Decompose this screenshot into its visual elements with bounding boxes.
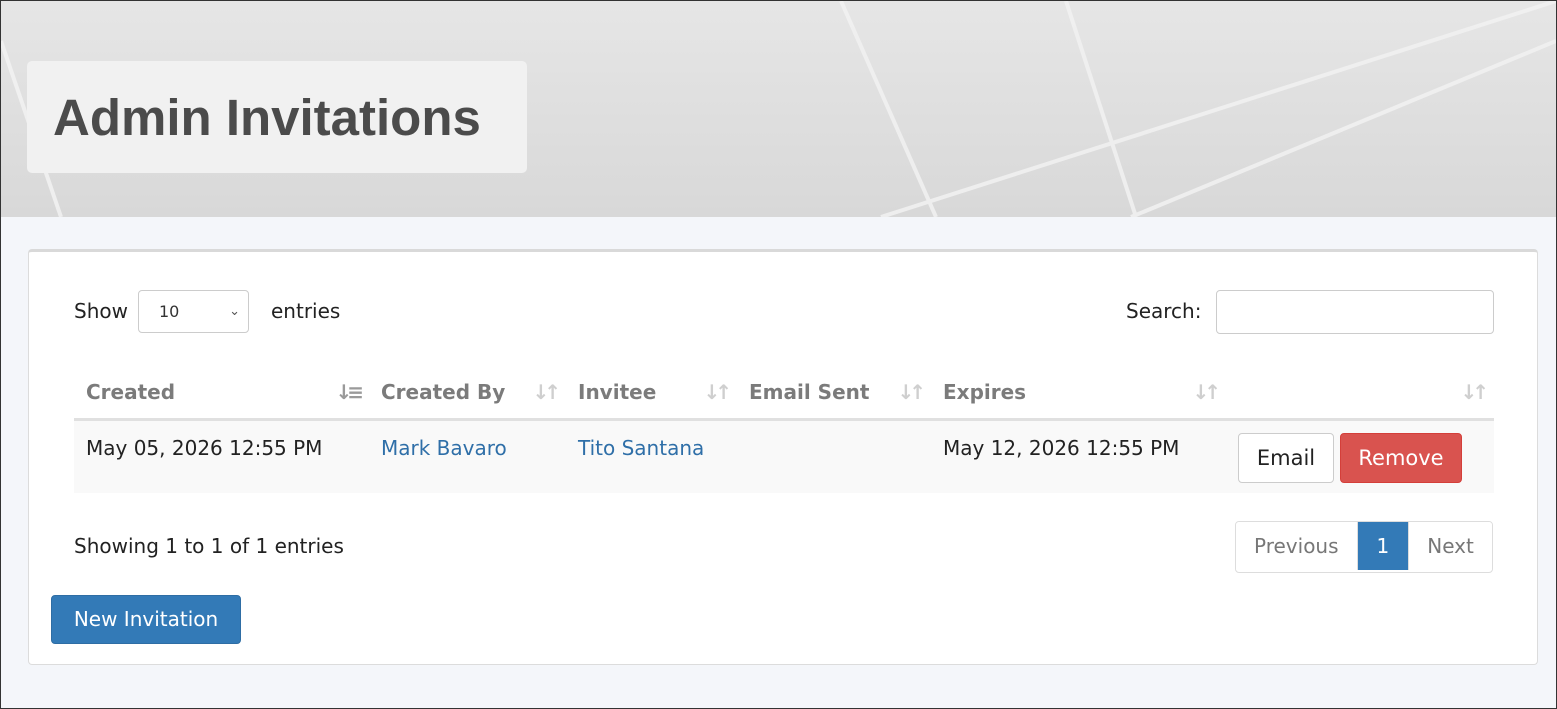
cell-invitee: Tito Santana: [566, 419, 737, 493]
remove-button[interactable]: Remove: [1340, 433, 1462, 483]
search-label: Search:: [1126, 299, 1202, 323]
column-header-email-sent[interactable]: Email Sent ↓↑: [737, 367, 931, 421]
sort-both-icon: ↓↑: [1460, 380, 1488, 404]
invitee-link[interactable]: Tito Santana: [578, 436, 704, 460]
invitations-panel: Show 10 ⌄ entries Search: Created ↓≡ Cre…: [28, 249, 1538, 665]
email-button[interactable]: Email: [1238, 433, 1334, 483]
sort-both-icon: ↓↑: [703, 380, 731, 404]
table-info-text: Showing 1 to 1 of 1 entries: [74, 534, 344, 558]
pagination: Previous 1 Next: [1235, 521, 1493, 573]
chevron-down-icon: ⌄: [229, 304, 240, 319]
created-by-link[interactable]: Mark Bavaro: [381, 436, 507, 460]
column-header-actions[interactable]: ↓↑: [1226, 367, 1494, 421]
page-size-select[interactable]: 10 ⌄: [138, 290, 249, 333]
search-input[interactable]: [1216, 290, 1494, 334]
page-title-box: Admin Invitations: [27, 61, 527, 173]
cell-email-sent: [737, 419, 931, 493]
pagination-next[interactable]: Next: [1409, 522, 1492, 570]
entries-label: entries: [271, 299, 341, 323]
new-invitation-button[interactable]: New Invitation: [51, 595, 241, 644]
page-header-banner: Admin Invitations: [1, 1, 1556, 217]
sort-both-icon: ↓↑: [897, 380, 925, 404]
column-header-created[interactable]: Created ↓≡: [74, 367, 369, 421]
column-header-created-by[interactable]: Created By ↓↑: [369, 367, 566, 421]
pagination-previous[interactable]: Previous: [1236, 522, 1358, 570]
page-size-value: 10: [159, 302, 180, 321]
column-header-expires[interactable]: Expires ↓↑: [931, 367, 1226, 421]
cell-expires: May 12, 2026 12:55 PM: [931, 419, 1226, 493]
sort-both-icon: ↓↑: [1192, 380, 1220, 404]
column-header-invitee[interactable]: Invitee ↓↑: [566, 367, 737, 421]
table-header-row: Created ↓≡ Created By ↓↑ Invitee ↓↑ Emai…: [74, 367, 1494, 421]
pagination-page-1[interactable]: 1: [1357, 522, 1410, 570]
sort-ascending-icon: ↓≡: [335, 380, 363, 404]
page-title: Admin Invitations: [53, 88, 481, 146]
cell-created: May 05, 2026 12:55 PM: [74, 419, 369, 493]
sort-both-icon: ↓↑: [532, 380, 560, 404]
show-label: Show: [74, 299, 128, 323]
cell-created-by: Mark Bavaro: [369, 419, 566, 493]
